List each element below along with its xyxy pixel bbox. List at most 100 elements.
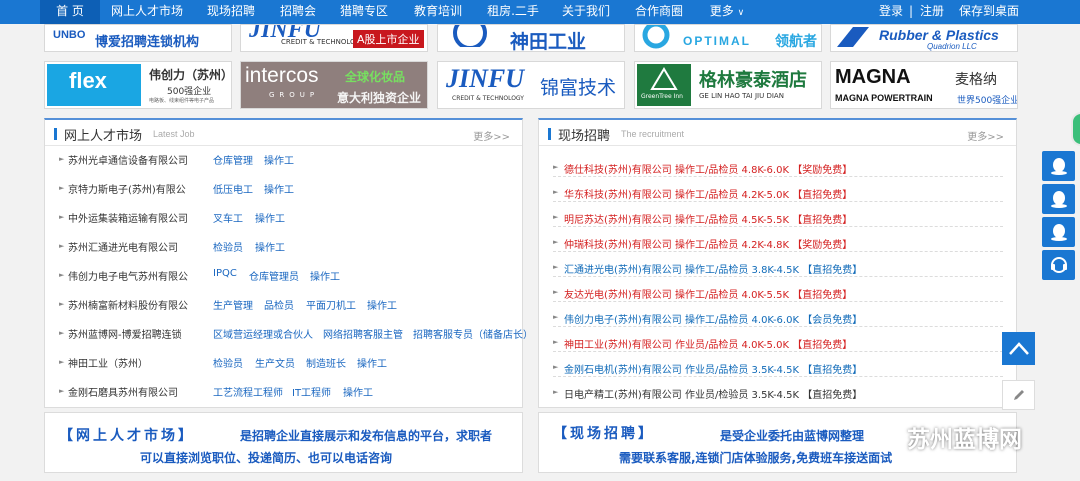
table-row[interactable]: ► 友达光电(苏州)有限公司 操作工/品检员 4.0K-5.5K 【直招免费】 (553, 284, 1003, 302)
nav-talent-market[interactable]: 网上人才市场 (104, 0, 190, 24)
nav-more[interactable]: 更多 ∨ (700, 0, 754, 24)
logo-rubber-plastics[interactable]: Rubber & Plastics Quadrion LLC (830, 24, 1018, 52)
recruit-text: 华东科技(苏州)有限公司 操作工/品检员 4.2K-5.0K 【直招免费】 (564, 190, 853, 201)
job-link[interactable]: IT工程师 (292, 384, 331, 399)
arrow-icon: ► (553, 238, 559, 246)
onsite-recruit-title: 现场招聘 (558, 129, 611, 144)
company-link[interactable]: 苏州楠富新材料股份有限公 (68, 297, 188, 312)
floating-service-bubble[interactable] (1071, 112, 1080, 146)
nav-onsite-recruit[interactable]: 现场招聘 (198, 0, 264, 24)
nav-education[interactable]: 教育培训 (406, 0, 470, 24)
back-to-top-button[interactable] (1002, 332, 1035, 365)
logo-jinfu-row1[interactable]: JINFU CREDIT & TECHNOLOGY A股上市企业 (240, 24, 428, 52)
job-link[interactable]: 仓库管理员 (249, 268, 299, 283)
arrow-icon: ► (553, 363, 559, 371)
qq-chat-button[interactable] (1042, 184, 1075, 214)
job-link[interactable]: 操作工 (310, 268, 340, 283)
company-link[interactable]: 苏州蓝博网-博爱招聘连锁 (68, 326, 182, 341)
arrow-icon: ► (59, 300, 65, 308)
job-link[interactable]: 平面刀机工 (306, 297, 356, 312)
chevron-down-icon: ∨ (737, 8, 745, 18)
table-row[interactable]: ► 明尼苏达(苏州)有限公司 操作工/品检员 4.5K-5.5K 【直招免费】 (553, 209, 1003, 227)
nav-partners[interactable]: 合作商圈 (626, 0, 692, 24)
qq-icon (1051, 158, 1067, 175)
table-row[interactable]: ► 伟创力电子(苏州)有限公司 操作工/品检员 4.0K-6.0K 【会员免费】 (553, 309, 1003, 327)
arrow-icon: ► (553, 163, 559, 171)
logo-unbo[interactable]: UNBO 博爱招聘连锁机构 (44, 24, 232, 52)
job-link[interactable]: 仓库管理 (213, 152, 253, 167)
job-link[interactable]: 操作工 (255, 210, 285, 225)
magna-sub: MAGNA POWERTRAIN (835, 93, 933, 103)
company-link[interactable]: 苏州汇通进光电有限公司 (68, 239, 178, 254)
job-link[interactable]: 品检员 (264, 297, 294, 312)
nav-home[interactable]: 首 页 (40, 0, 100, 24)
job-link[interactable]: 生产文员 (255, 355, 295, 370)
arrow-icon: ► (59, 184, 65, 192)
table-row[interactable]: ► 日电产精工(苏州)有限公司 作业员/检验员 3.5K-4.5K 【直招免费】 (553, 384, 1003, 402)
job-link[interactable]: 操作工 (264, 181, 294, 196)
talent-market-more-link[interactable]: 更多>> (473, 128, 510, 143)
table-row[interactable]: ► 仲瑞科技(苏州)有限公司 操作工/品检员 4.2K-4.8K 【奖励免费】 (553, 234, 1003, 252)
arrow-icon: ► (553, 288, 559, 296)
job-link[interactable]: 叉车工 (213, 210, 243, 225)
job-link[interactable]: 操作工 (343, 384, 373, 399)
arrow-icon: ► (59, 387, 65, 395)
logo-flex[interactable]: flex 伟创力（苏州） 500强企业 电路板、线束组件等电子产品 (44, 61, 232, 109)
table-row[interactable]: ► 金刚石电机(苏州)有限公司 作业员/品检员 3.5K-4.5K 【直招免费】 (553, 359, 1003, 377)
job-link[interactable]: 操作工 (264, 152, 294, 167)
qq-chat-button[interactable] (1042, 151, 1075, 181)
logo-kanda[interactable]: 神田工业 (437, 24, 625, 52)
job-link[interactable]: 工艺流程工程师 (213, 384, 283, 399)
table-row[interactable]: ► 神田工业(苏州)有限公司 作业员/品检员 4.0K-5.0K 【直招免费】 (553, 334, 1003, 352)
job-link[interactable]: 检验员 (213, 355, 243, 370)
flex-line1: 500强企业 (167, 87, 212, 97)
logo-magna[interactable]: MAGNA 麦格纳 MAGNA POWERTRAIN 世界500强企业 (830, 61, 1018, 109)
intercos-brand: intercos (245, 64, 319, 87)
arrow-icon: ► (553, 313, 559, 321)
job-link[interactable]: 低压电工 (213, 181, 253, 196)
job-link[interactable]: 操作工 (357, 355, 387, 370)
table-row[interactable]: ► 华东科技(苏州)有限公司 操作工/品检员 4.2K-5.0K 【直招免费】 (553, 184, 1003, 202)
qq-icon (1051, 224, 1067, 241)
arrow-icon: ► (553, 388, 559, 396)
register-link[interactable]: 注册 (915, 0, 949, 24)
optimal-brand: OPTIMAL (683, 34, 751, 48)
job-link[interactable]: 网络招聘客服主管 (323, 326, 403, 341)
intercos-line2: 意大利独资企业 (337, 91, 422, 105)
nav-rental[interactable]: 租房.二手 (480, 0, 546, 24)
company-link[interactable]: 金刚石磨具苏州有限公司 (68, 384, 178, 399)
company-link[interactable]: 中外运集装箱运输有限公司 (68, 210, 188, 225)
customer-service-button[interactable] (1042, 250, 1075, 280)
qq-icon (1051, 191, 1067, 208)
nav-headhunt[interactable]: 猎聘专区 (332, 0, 396, 24)
login-link[interactable]: 登录 (874, 0, 908, 24)
job-link[interactable]: 检验员 (213, 239, 243, 254)
job-link[interactable]: 区域营运经理或合伙人 (213, 326, 313, 341)
company-link[interactable]: 京特力斯电子(苏州)有限公 (68, 181, 186, 196)
company-link[interactable]: 伟创力电子电气苏州有限公 (68, 268, 188, 283)
logo-jinfu-row2[interactable]: JINFU CREDIT & TECHNOLOGY 锦富技术 (437, 61, 625, 109)
job-link[interactable]: 制造班长 (306, 355, 346, 370)
job-link[interactable]: IPQC (213, 268, 237, 279)
logo-greentree[interactable]: GreenTree Inn 格林豪泰酒店 GE LIN HAO TAI JIU … (634, 61, 822, 109)
table-row[interactable]: ► 汇通进光电(苏州)有限公司 操作工/品检员 3.8K-4.5K 【直招免费】 (553, 259, 1003, 277)
company-link[interactable]: 神田工业（苏州） (68, 355, 148, 370)
nav-about[interactable]: 关于我们 (556, 0, 616, 24)
nav-job-fair[interactable]: 招聘会 (272, 0, 324, 24)
job-link[interactable]: 招聘客服专员（储备店长） (413, 326, 533, 341)
talent-market-banner[interactable]: 【网上人才市场】 是招聘企业直接展示和发布信息的平台，求职者 可以直接浏览职位、… (44, 412, 523, 473)
job-link[interactable]: 操作工 (367, 297, 397, 312)
logo-intercos[interactable]: intercos GROUP 全球化妆品 意大利独资企业 (240, 61, 428, 109)
qq-chat-button[interactable] (1042, 217, 1075, 247)
arrow-icon: ► (553, 213, 559, 221)
company-link[interactable]: 苏州光卓通信设备有限公司 (68, 152, 188, 167)
header-accent (548, 128, 551, 140)
onsite-recruit-more-link[interactable]: 更多>> (967, 128, 1004, 143)
save-desktop-link[interactable]: 保存到桌面 (956, 0, 1022, 24)
job-link[interactable]: 操作工 (255, 239, 285, 254)
recruit-text: 仲瑞科技(苏州)有限公司 操作工/品检员 4.2K-4.8K 【奖励免费】 (564, 240, 853, 251)
logo-optimal[interactable]: OPTIMAL 领航者 (634, 24, 822, 52)
feedback-button[interactable] (1002, 380, 1035, 410)
table-row[interactable]: ► 德仕科技(苏州)有限公司 操作工/品检员 4.8K-6.0K 【奖励免费】 (553, 159, 1003, 177)
job-link[interactable]: 生产管理 (213, 297, 253, 312)
